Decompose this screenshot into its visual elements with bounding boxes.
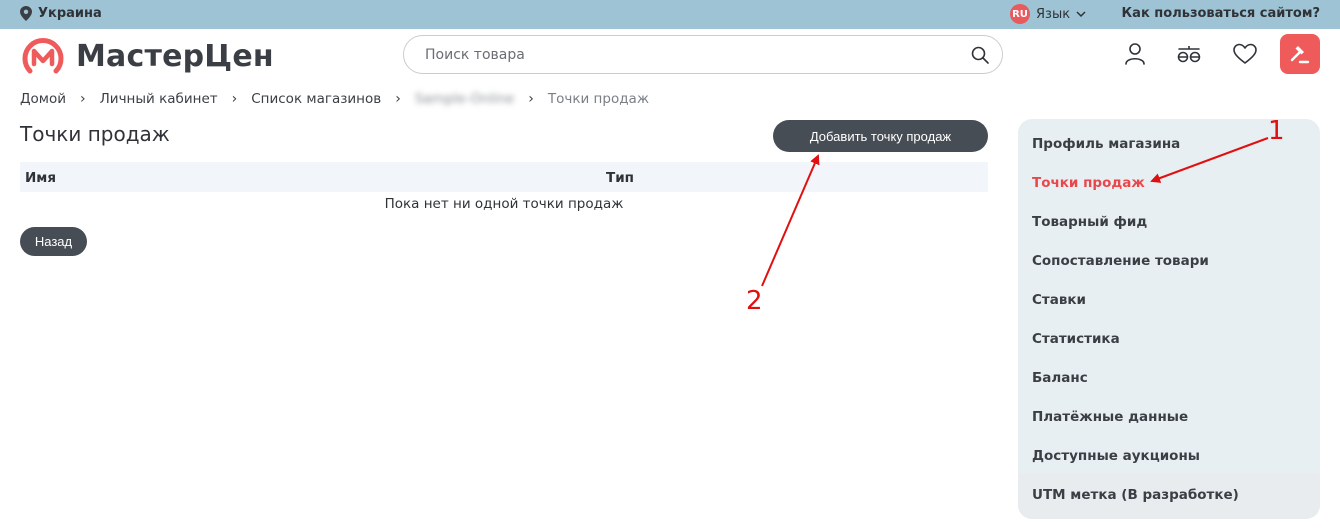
breadcrumb-separator-icon: ›: [528, 91, 534, 107]
search-bar[interactable]: [403, 35, 1003, 74]
table-header: Имя Тип: [20, 162, 988, 192]
breadcrumb-shops[interactable]: Список магазинов: [251, 91, 381, 107]
sidebar-item-product-feed[interactable]: Товарный фид: [1032, 214, 1147, 230]
site-logo[interactable]: МастерЦен: [20, 33, 274, 79]
chevron-down-icon: [1076, 11, 1086, 18]
compare-icon[interactable]: [1175, 40, 1203, 68]
search-input[interactable]: [425, 46, 970, 63]
region-selector[interactable]: Украина: [20, 6, 102, 21]
empty-table-message: Пока нет ни одной точки продаж: [384, 196, 624, 212]
language-selector[interactable]: RU Язык: [1010, 4, 1086, 24]
sidebar-item-payment-data[interactable]: Платёжные данные: [1032, 409, 1188, 425]
sidebar-item-utm[interactable]: UTM метка (В разработке): [1018, 474, 1320, 519]
language-code-badge: RU: [1010, 4, 1030, 24]
sidebar-item-statistics[interactable]: Статистика: [1032, 331, 1120, 347]
breadcrumb-separator-icon: ›: [231, 91, 238, 107]
page-title: Точки продаж: [20, 122, 170, 146]
sidebar-item-balance[interactable]: Баланс: [1032, 370, 1088, 386]
sidebar-item-shop-profile[interactable]: Профиль магазина: [1032, 136, 1180, 152]
sidebar-item-utm-label: UTM метка (В разработке): [1032, 487, 1239, 503]
auction-button[interactable]: [1280, 34, 1320, 74]
add-sales-point-button[interactable]: Добавить точку продаж: [773, 120, 988, 152]
back-button[interactable]: Назад: [20, 227, 87, 256]
breadcrumb-shop-name[interactable]: Sample-Online: [415, 91, 514, 107]
region-label: Украина: [38, 6, 102, 21]
account-sidebar: Профиль магазина Точки продаж Товарный ф…: [1018, 119, 1320, 519]
heart-icon[interactable]: [1231, 40, 1259, 68]
user-icon[interactable]: [1121, 40, 1149, 68]
breadcrumb-separator-icon: ›: [395, 91, 401, 107]
column-header-name: Имя: [25, 170, 57, 186]
top-strip: Украина RU Язык Как пользоваться сайтом?: [0, 0, 1340, 29]
language-label: Язык: [1036, 6, 1071, 22]
logo-mark-icon: [22, 38, 64, 74]
sidebar-item-product-matching[interactable]: Сопоставление товари: [1032, 253, 1209, 269]
breadcrumb-current: Точки продаж: [547, 91, 649, 107]
sidebar-item-auctions[interactable]: Доступные аукционы: [1032, 448, 1200, 464]
gavel-icon: [1290, 46, 1310, 64]
location-pin-icon: [20, 6, 32, 21]
breadcrumb-cabinet[interactable]: Личный кабинет: [100, 91, 218, 107]
sidebar-item-bids[interactable]: Ставки: [1032, 292, 1086, 308]
breadcrumb-separator-icon: ›: [80, 91, 86, 107]
breadcrumb-home[interactable]: Домой: [20, 91, 66, 107]
column-header-type: Тип: [606, 170, 634, 186]
search-icon[interactable]: [970, 45, 990, 65]
annotation-number-2: 2: [746, 286, 763, 316]
how-to-use-link[interactable]: Как пользоваться сайтом?: [1122, 6, 1320, 21]
sidebar-item-sales-points[interactable]: Точки продаж: [1032, 175, 1145, 191]
breadcrumb: Домой › Личный кабинет › Список магазино…: [20, 91, 649, 107]
logo-text: МастерЦен: [76, 38, 274, 74]
annotation-number-1: 1: [1268, 116, 1285, 146]
